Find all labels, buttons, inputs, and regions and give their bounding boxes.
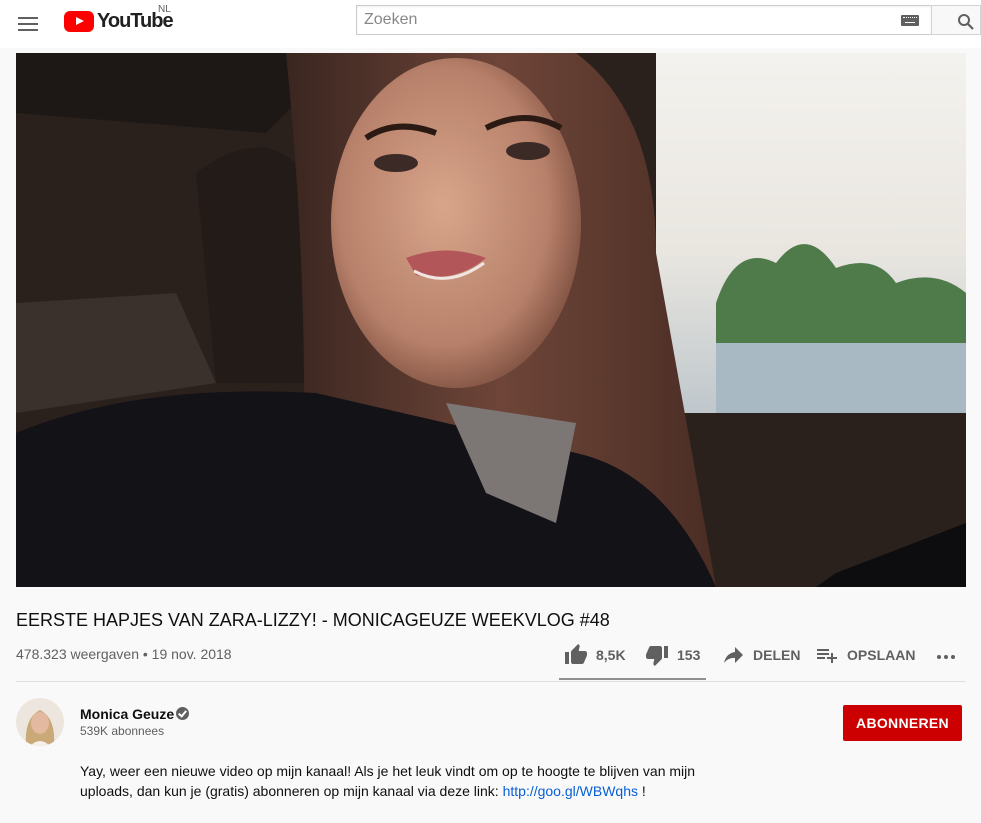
subscribe-button[interactable]: ABONNEREN xyxy=(843,705,962,741)
description-link[interactable]: http://goo.gl/WBWqhs xyxy=(503,783,638,799)
sentiment-bar xyxy=(559,678,706,680)
dislike-count: 153 xyxy=(677,647,701,663)
search-box xyxy=(356,5,932,35)
subscriber-count: 539K abonnees xyxy=(80,724,165,738)
thumbs-down-icon xyxy=(646,646,668,666)
youtube-logo[interactable]: YouTube xyxy=(64,10,174,32)
like-count: 8,5K xyxy=(596,647,626,663)
channel-name[interactable]: Monica Geuze xyxy=(80,706,174,722)
share-button[interactable]: DELEN xyxy=(721,643,800,667)
more-actions-button[interactable] xyxy=(934,643,958,667)
top-bar: YouTube NL xyxy=(0,0,981,48)
sentiment-like-fill xyxy=(559,678,704,680)
like-button[interactable]: 8,5K xyxy=(564,643,626,667)
description-suffix: ! xyxy=(638,783,646,799)
channel-avatar[interactable] xyxy=(16,698,64,746)
hamburger-menu-icon[interactable] xyxy=(16,12,40,36)
search-input[interactable] xyxy=(357,6,887,34)
video-title: EERSTE HAPJES VAN ZARA-LIZZY! - MONICAGE… xyxy=(16,610,610,630)
youtube-play-icon xyxy=(64,10,94,32)
avatar-image xyxy=(16,698,64,746)
keyboard-icon[interactable] xyxy=(901,15,919,26)
share-arrow-icon xyxy=(724,647,743,663)
country-code: NL xyxy=(158,4,171,15)
thumbs-up-icon xyxy=(565,644,587,664)
video-player[interactable] xyxy=(16,53,966,587)
save-label: OPSLAAN xyxy=(847,647,916,663)
share-label: DELEN xyxy=(753,647,801,663)
save-button[interactable]: OPSLAAN xyxy=(815,643,915,667)
dislike-button[interactable]: 153 xyxy=(645,643,700,667)
search-button[interactable] xyxy=(931,5,981,35)
divider xyxy=(16,681,966,682)
video-description: Yay, weer een nieuwe video op mijn kanaa… xyxy=(80,761,720,801)
video-frame xyxy=(16,53,966,587)
playlist-add-icon xyxy=(817,649,837,663)
views-and-date: 478.323 weergaven • 19 nov. 2018 xyxy=(16,646,232,662)
more-dots-icon xyxy=(937,655,955,659)
verified-badge-icon xyxy=(176,707,189,720)
magnifier-icon xyxy=(958,14,974,30)
